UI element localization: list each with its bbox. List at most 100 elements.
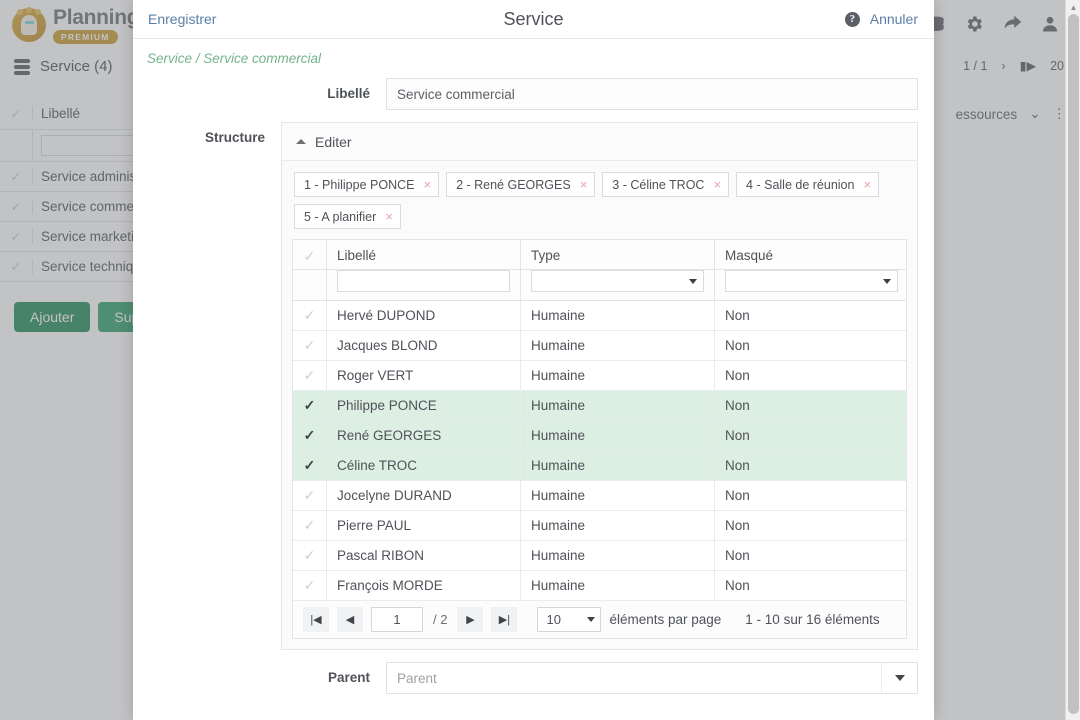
modal-header-right: ? Annuler — [844, 11, 918, 27]
screen-root: Planning PREMIUM Service (4) 1 / 1 › ▮▶ … — [0, 0, 1080, 720]
row-type: Humaine — [521, 450, 715, 481]
row-masque: Non — [725, 548, 750, 563]
grid-filter-type-cell — [521, 270, 715, 300]
grid-row[interactable]: ✓ François MORDE Humaine Non — [293, 570, 906, 601]
row-select-checkbox[interactable]: ✓ — [293, 540, 327, 571]
scroll-up-arrow-icon[interactable]: ▲ — [1066, 0, 1080, 14]
grid-filter-type-select[interactable] — [531, 270, 704, 292]
grid-column-type[interactable]: Type — [521, 240, 715, 269]
row-select-checkbox[interactable]: ✓ — [293, 300, 327, 331]
row-select-checkbox[interactable]: ✓ — [293, 420, 327, 451]
page-scrollbar[interactable]: ▲ — [1065, 0, 1080, 720]
row-masque: Non — [725, 308, 750, 323]
chip[interactable]: 1 - Philippe PONCE × — [294, 172, 440, 197]
grid-row[interactable]: ✓ Philippe PONCE Humaine Non — [293, 390, 906, 421]
row-select-checkbox[interactable]: ✓ — [293, 480, 327, 511]
check-icon: ✓ — [303, 577, 316, 593]
structure-label: Structure — [204, 130, 265, 145]
grid-row[interactable]: ✓ René GEORGES Humaine Non — [293, 420, 906, 451]
row-type: Humaine — [521, 360, 715, 391]
grid-column-libelle[interactable]: Libellé — [327, 240, 521, 269]
cancel-button[interactable]: Annuler — [870, 11, 918, 27]
modal-title: Service — [503, 8, 564, 29]
grid-row[interactable]: ✓ Jocelyne DURAND Humaine Non — [293, 480, 906, 511]
grid-pagination: |◀ ◀ 1 / 2 ▶ ▶| 10 éléments par page 1 -… — [293, 601, 906, 638]
row-libelle: René GEORGES — [327, 420, 521, 451]
grid-row[interactable]: ✓ Pascal RIBON Humaine Non — [293, 540, 906, 571]
row-type: Humaine — [521, 330, 715, 361]
chip[interactable]: 3 - Céline TROC × — [602, 172, 730, 197]
parent-placeholder: Parent — [397, 670, 437, 686]
grid-row[interactable]: ✓ Hervé DUPOND Humaine Non — [293, 300, 906, 331]
chip[interactable]: 2 - René GEORGES × — [446, 172, 596, 197]
row-masque: Non — [725, 428, 750, 443]
chevron-down-icon — [883, 278, 891, 284]
row-masque: Non — [725, 338, 750, 353]
chip-remove-icon[interactable]: × — [863, 178, 871, 191]
row-select-checkbox[interactable]: ✓ — [293, 570, 327, 601]
grid-row[interactable]: ✓ Céline TROC Humaine Non — [293, 450, 906, 481]
parent-dropdown-arrow[interactable] — [881, 663, 917, 693]
last-page-button[interactable]: ▶| — [491, 607, 518, 632]
grid-filter-libelle-cell — [327, 270, 521, 300]
row-select-checkbox[interactable]: ✓ — [293, 450, 327, 481]
chip[interactable]: 5 - A planifier × — [294, 204, 401, 229]
chip-label: 3 - Céline TROC — [612, 177, 705, 192]
chip-remove-icon[interactable]: × — [385, 210, 393, 223]
modal-header: Enregistrer Service ? Annuler — [133, 0, 934, 39]
row-libelle: Pierre PAUL — [327, 510, 521, 541]
libelle-input[interactable]: Service commercial — [386, 78, 918, 110]
save-button[interactable]: Enregistrer — [148, 11, 216, 27]
page-size-select[interactable]: 10 — [537, 607, 602, 632]
row-libelle: Céline TROC — [327, 450, 521, 481]
editer-label: Editer — [315, 133, 352, 150]
previous-page-button[interactable]: ◀ — [337, 607, 363, 632]
total-pages-label: / 2 — [433, 612, 448, 627]
page-size-label: éléments par page — [609, 612, 722, 627]
chip-label: 2 - René GEORGES — [456, 177, 571, 192]
selected-chips-list: 1 - Philippe PONCE × 2 - René GEORGES × … — [282, 161, 917, 237]
row-masque: Non — [725, 578, 750, 593]
row-masque: Non — [725, 368, 750, 383]
row-masque: Non — [725, 518, 750, 533]
row-select-checkbox[interactable]: ✓ — [293, 360, 327, 391]
row-select-checkbox[interactable]: ✓ — [293, 390, 327, 421]
scrollbar-thumb[interactable] — [1068, 14, 1079, 714]
first-page-button[interactable]: |◀ — [303, 607, 329, 632]
editer-toggle[interactable]: Editer — [282, 123, 917, 161]
next-page-button[interactable]: ▶ — [457, 607, 484, 632]
current-page-input[interactable]: 1 — [371, 607, 423, 632]
check-icon: ✓ — [303, 397, 316, 413]
chip-remove-icon[interactable]: × — [713, 178, 721, 191]
row-libelle: François MORDE — [327, 570, 521, 601]
grid-filter-masque-select[interactable] — [725, 270, 898, 292]
row-libelle: Philippe PONCE — [327, 390, 521, 421]
row-select-checkbox[interactable]: ✓ — [293, 330, 327, 361]
grid-row[interactable]: ✓ Pierre PAUL Humaine Non — [293, 510, 906, 541]
chip-remove-icon[interactable]: × — [423, 178, 431, 191]
row-libelle: Jocelyne DURAND — [327, 480, 521, 511]
grid-row[interactable]: ✓ Jacques BLOND Humaine Non — [293, 330, 906, 361]
row-type: Humaine — [521, 390, 715, 421]
chevron-down-icon — [587, 617, 596, 622]
grid-filter-row — [293, 270, 906, 301]
grid-column-masque[interactable]: Masqué — [715, 240, 906, 269]
parent-select[interactable]: Parent — [386, 662, 918, 694]
help-icon[interactable]: ? — [844, 11, 860, 27]
row-select-checkbox[interactable]: ✓ — [293, 510, 327, 541]
row-type: Humaine — [521, 300, 715, 331]
grid-header-select-icon[interactable]: ✓ — [293, 240, 327, 269]
row-libelle: Hervé DUPOND — [327, 300, 521, 331]
grid-filter-libelle-input[interactable] — [337, 270, 510, 292]
check-icon: ✓ — [303, 337, 316, 353]
grid-row[interactable]: ✓ Roger VERT Humaine Non — [293, 360, 906, 391]
row-masque: Non — [725, 488, 750, 503]
row-masque: Non — [725, 398, 750, 413]
chip-remove-icon[interactable]: × — [580, 178, 588, 191]
chip[interactable]: 4 - Salle de réunion × — [736, 172, 880, 197]
service-modal: Enregistrer Service ? Annuler Service / … — [133, 0, 934, 720]
structure-panel: Editer 1 - Philippe PONCE × 2 - René GEO… — [281, 122, 918, 650]
grid-filter-masque-cell — [715, 270, 906, 300]
check-icon: ✓ — [303, 457, 316, 473]
form-row-parent: Parent Parent — [133, 656, 934, 700]
